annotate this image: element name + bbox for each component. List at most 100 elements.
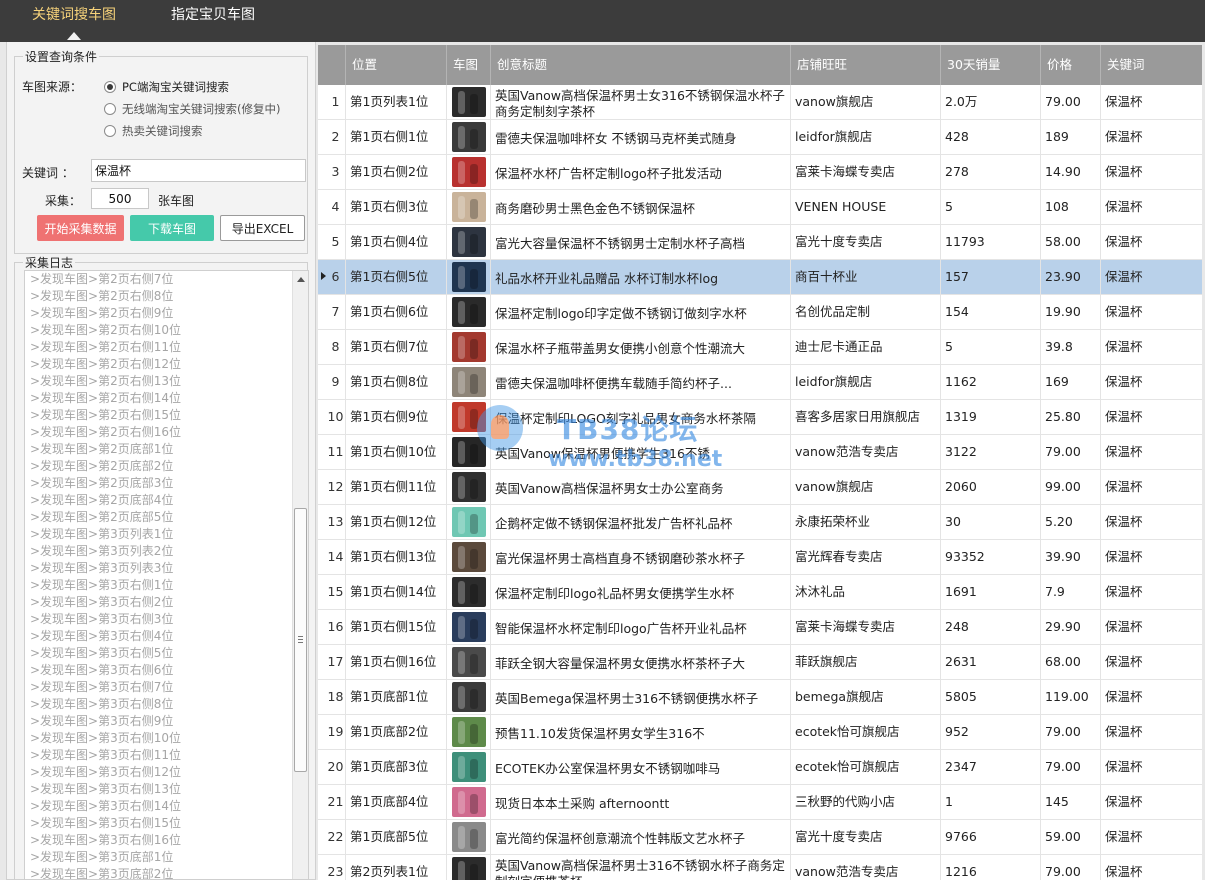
col-header-sales[interactable]: 30天销量 — [941, 45, 1041, 85]
radio-source-hot[interactable]: 热卖关键词搜索 — [104, 122, 203, 140]
table-row[interactable]: 18 第1页底部1位 英国Bemega保温杯男士316不锈钢便携水杯子 bemega旗… — [318, 680, 1202, 715]
radio-source-mobile[interactable]: 无线端淘宝关键词搜索(修复中) — [104, 100, 280, 118]
product-thumbnail[interactable] — [452, 717, 486, 747]
table-row[interactable]: 20 第1页底部3位 ECOTEK办公室保温杯男女不锈钢咖啡马 ecotek怡可旗舰店… — [318, 750, 1202, 785]
cell-keyword: 保温杯 — [1105, 619, 1143, 634]
radio-label: 热卖关键词搜索 — [122, 124, 203, 138]
cell-position: 第1页右侧14位 — [346, 575, 447, 610]
cell-shop: 富光十度专卖店 — [791, 225, 941, 260]
log-item: >发现车图>第2页底部4位 — [30, 493, 174, 507]
table-row[interactable]: 9 第1页右侧8位 雷德夫保温咖啡杯便携车载随手简约杯子... leidfor旗舰店 1… — [318, 365, 1202, 400]
table-row[interactable]: 6 第1页右侧5位 礼品水杯开业礼品赠品 水杯订制水杯log 商百十杯业 157 23.9… — [318, 260, 1202, 295]
collect-count-input[interactable]: 500 — [91, 188, 149, 209]
cell-image — [447, 190, 491, 225]
product-thumbnail[interactable] — [452, 297, 486, 327]
cell-title: 英国Vanow高档保温杯男士316不锈钢水杯子商务定制刻字便携茶杯 — [491, 855, 791, 880]
export-excel-button[interactable]: 导出EXCEL — [220, 215, 305, 241]
table-row[interactable]: 12 第1页右侧11位 英国Vanow高档保温杯男女士办公室商务 vanow旗舰店 20… — [318, 470, 1202, 505]
product-thumbnail[interactable] — [452, 857, 486, 880]
tab-specified-item[interactable]: 指定宝贝车图 — [171, 5, 255, 25]
cell-keyword: 保温杯 — [1105, 269, 1143, 284]
product-thumbnail[interactable] — [452, 367, 486, 397]
log-scrollbar[interactable] — [292, 271, 308, 879]
radio-empty-icon — [104, 103, 116, 115]
tab-keyword-search[interactable]: 关键词搜车图 — [32, 5, 116, 25]
cell-position: 第1页右侧11位 — [346, 470, 447, 505]
product-thumbnail[interactable] — [452, 542, 486, 572]
table-row[interactable]: 1 第1页列表1位 英国Vanow高档保温杯男士女316不锈钢保温水杯子商务定制刻字… — [318, 85, 1202, 120]
log-item: >发现车图>第2页右侧7位 — [30, 272, 174, 286]
product-thumbnail[interactable] — [452, 612, 486, 642]
product-thumbnail[interactable] — [452, 752, 486, 782]
table-row[interactable]: 22 第1页底部5位 富光简约保温杯创意潮流个性韩版文艺水杯子 富光十度专卖店 9766… — [318, 820, 1202, 855]
table-row[interactable]: 2 第1页右侧1位 雷德夫保温咖啡杯女 不锈钢马克杯美式随身 leidfor旗舰店 42… — [318, 120, 1202, 155]
cell-index: 9 — [318, 365, 346, 400]
cell-index: 18 — [318, 680, 346, 715]
product-thumbnail[interactable] — [452, 192, 486, 222]
cell-sales: 154 — [941, 295, 1041, 330]
cell-sales: 952 — [941, 715, 1041, 750]
start-collect-button[interactable]: 开始采集数据 — [37, 215, 124, 241]
table-row[interactable]: 17 第1页右侧16位 菲跃全钢大容量保温杯男女便携水杯茶杯子大 菲跃旗舰店 2631 6… — [318, 645, 1202, 680]
table-row[interactable]: 11 第1页右侧10位 英国Vanow保温杯男便携学生316不锈 vanow范浩专卖店… — [318, 435, 1202, 470]
cell-shop: vanow旗舰店 — [791, 470, 941, 505]
product-thumbnail[interactable] — [452, 822, 486, 852]
table-row[interactable]: 16 第1页右侧15位 智能保温杯水杯定制印logo广告杯开业礼品杯 富莱卡海蝶专卖店… — [318, 610, 1202, 645]
product-thumbnail[interactable] — [452, 787, 486, 817]
col-header-shop[interactable]: 店铺旺旺 — [791, 45, 941, 85]
table-row[interactable]: 7 第1页右侧6位 保温杯定制logo印字定做不锈钢订做刻字水杯 名创优品定制 154 1… — [318, 295, 1202, 330]
table-row[interactable]: 3 第1页右侧2位 保温杯水杯广告杯定制logo杯子批发活动 富莱卡海蝶专卖店 278 1… — [318, 155, 1202, 190]
collect-log-box[interactable]: >发现车图>第2页右侧7位 >发现车图>第2页右侧8位 >发现车图>第2页右侧9位 >… — [24, 270, 309, 880]
table-row[interactable]: 8 第1页右侧7位 保温水杯子瓶带盖男女便携小创意个性潮流大 迪士尼卡通正品 5 39.8… — [318, 330, 1202, 365]
product-thumbnail[interactable] — [452, 682, 486, 712]
table-row[interactable]: 15 第1页右侧14位 保温杯定制印logo礼品杯男女便携学生水杯 沐沐礼品 1691 7… — [318, 575, 1202, 610]
table-row[interactable]: 10 第1页右侧9位 保温杯定制印LOGO刻字礼品男女商务水杯茶隔 喜客多居家日用旗舰… — [318, 400, 1202, 435]
cell-position: 第1页底部1位 — [346, 680, 447, 715]
cell-shop: 喜客多居家日用旗舰店 — [791, 400, 941, 435]
product-thumbnail[interactable] — [452, 577, 486, 607]
product-thumbnail[interactable] — [452, 507, 486, 537]
cell-sales: 1162 — [941, 365, 1041, 400]
cell-image — [447, 575, 491, 610]
product-thumbnail[interactable] — [452, 227, 486, 257]
download-images-button[interactable]: 下载车图 — [130, 215, 214, 241]
cell-keyword: 保温杯 — [1105, 409, 1143, 424]
table-row[interactable]: 14 第1页右侧13位 富光保温杯男士高档直身不锈钢磨砂茶水杯子 富光辉春专卖店 933… — [318, 540, 1202, 575]
table-row[interactable]: 23第2页列表1位 英国Vanow高档保温杯男士316不锈钢水杯子商务定制刻字便携… — [318, 855, 1202, 880]
cell-index: 21 — [318, 785, 346, 820]
log-list: >发现车图>第2页右侧7位 >发现车图>第2页右侧8位 >发现车图>第2页右侧9位 >… — [30, 271, 290, 879]
cell-index: 17 — [318, 645, 346, 680]
product-thumbnail[interactable] — [452, 402, 486, 432]
radio-source-pc[interactable]: PC端淘宝关键词搜索 — [104, 78, 229, 96]
col-header-image[interactable]: 车图 — [447, 45, 491, 85]
scroll-up-icon[interactable] — [297, 277, 305, 282]
table-row[interactable]: 19 第1页底部2位 预售11.10发货保温杯男女学生316不 ecotek怡可旗舰店… — [318, 715, 1202, 750]
table-row[interactable]: 21 第1页底部4位 现货日本本土采购 afternoontt 三秋野的代购小店 1 14… — [318, 785, 1202, 820]
cell-sales: 248 — [941, 610, 1041, 645]
product-thumbnail[interactable] — [452, 87, 486, 117]
product-thumbnail[interactable] — [452, 122, 486, 152]
table-row[interactable]: 4 第1页右侧3位 商务磨砂男士黑色金色不锈钢保温杯 VENEN HOUSE 5 108 保… — [318, 190, 1202, 225]
table-row[interactable]: 13 第1页右侧12位 企鹅杯定做不锈钢保温杯批发广告杯礼品杯 永康拓荣杯业 30 5.2… — [318, 505, 1202, 540]
product-thumbnail[interactable] — [452, 332, 486, 362]
col-header-keyword[interactable]: 关键词 — [1101, 45, 1202, 85]
col-header-price[interactable]: 价格 — [1041, 45, 1101, 85]
product-thumbnail[interactable] — [452, 262, 486, 292]
cell-price: 39.90 — [1041, 540, 1101, 575]
log-item: >发现车图>第2页右侧16位 — [30, 425, 182, 439]
keyword-input[interactable]: 保温杯 — [91, 159, 306, 182]
log-item: >发现车图>第3页右侧12位 — [30, 765, 182, 779]
table-row[interactable]: 5 第1页右侧4位 富光大容量保温杯不锈钢男士定制水杯子高档 富光十度专卖店 11793… — [318, 225, 1202, 260]
product-thumbnail[interactable] — [452, 437, 486, 467]
col-header-position[interactable]: 位置 — [346, 45, 447, 85]
product-thumbnail[interactable] — [452, 647, 486, 677]
cell-sales: 1691 — [941, 575, 1041, 610]
product-thumbnail[interactable] — [452, 472, 486, 502]
radio-selected-icon — [104, 81, 116, 93]
col-header-title[interactable]: 创意标题 — [491, 45, 791, 85]
product-thumbnail[interactable] — [452, 157, 486, 187]
cell-keyword: 保温杯 — [1105, 234, 1143, 249]
cell-shop: 富光十度专卖店 — [791, 820, 941, 855]
scroll-thumb[interactable] — [294, 508, 307, 772]
grid-body: 1 第1页列表1位 英国Vanow高档保温杯男士女316不锈钢保温水杯子商务定制刻字… — [318, 85, 1202, 880]
